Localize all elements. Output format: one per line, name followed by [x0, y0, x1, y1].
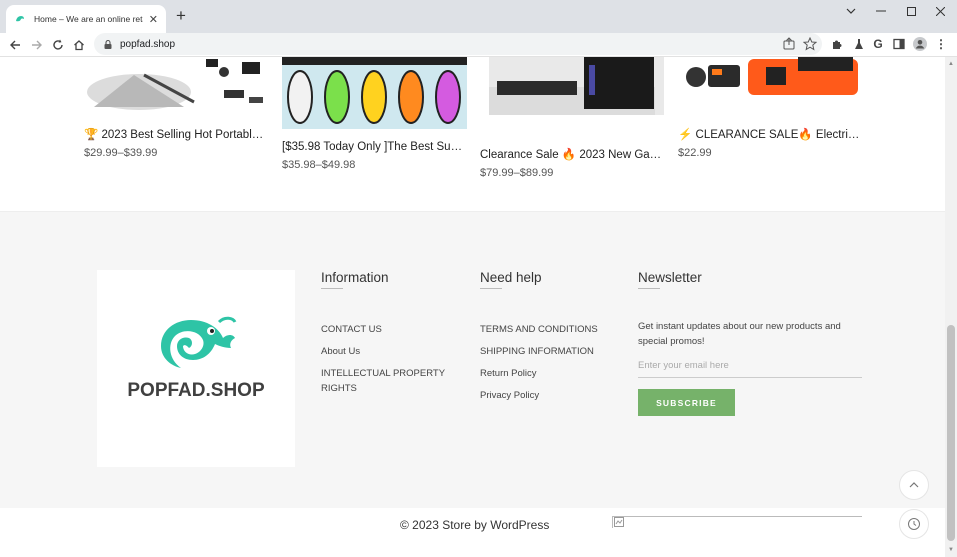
close-window-icon[interactable]: [925, 0, 955, 22]
product-image[interactable]: [678, 57, 860, 115]
footer-link-return-policy[interactable]: Return Policy: [480, 366, 537, 381]
footer-link-privacy-policy[interactable]: Privacy Policy: [480, 388, 539, 403]
bookmark-star-icon[interactable]: [803, 37, 817, 51]
scroll-up-arrow-icon[interactable]: ▲: [948, 61, 954, 67]
back-icon[interactable]: [5, 35, 25, 55]
product-image[interactable]: [84, 57, 266, 115]
product-name[interactable]: 🏆 2023 Best Selling Hot Portable ...: [84, 127, 269, 141]
footer-link-intellectual-property[interactable]: INTELLECTUAL PROPERTY RIGHTS: [321, 366, 456, 396]
product-card[interactable]: ⚡ CLEARANCE SALE🔥 Electric Ca... $22.99: [678, 57, 863, 159]
url-text: popfad.shop: [120, 38, 176, 50]
footer-bottom-bar: © 2023 Store by WordPress: [0, 508, 945, 557]
subscribe-button[interactable]: SUBSCRIBE: [638, 389, 735, 416]
product-image[interactable]: [282, 57, 467, 129]
scrollbar-thumb[interactable]: [947, 325, 955, 541]
lock-icon: [104, 39, 112, 49]
reload-icon[interactable]: [48, 35, 68, 55]
share-icon[interactable]: [782, 37, 796, 51]
product-name[interactable]: Clearance Sale 🔥 2023 New Gami...: [480, 147, 665, 161]
minimize-icon[interactable]: [866, 0, 896, 22]
new-tab-icon[interactable]: +: [172, 7, 190, 25]
tab-strip: Home – We are an online retail s ✕ +: [0, 0, 957, 33]
newsletter-heading: Newsletter: [638, 270, 702, 289]
heading-underline: [638, 288, 660, 289]
recently-viewed-button[interactable]: [899, 509, 929, 539]
tab-title: Home – We are an online retail s: [34, 14, 143, 24]
newsletter-description: Get instant updates about our new produc…: [638, 321, 841, 347]
browser-tab[interactable]: Home – We are an online retail s ✕: [6, 5, 166, 33]
information-heading: Information: [321, 270, 389, 289]
product-price: $22.99: [678, 147, 712, 159]
footer-logo[interactable]: POPFAD.SHOP: [97, 270, 295, 467]
browser-toolbar: popfad.shop G ⋮: [0, 33, 957, 57]
need-help-title: Need help: [480, 270, 542, 285]
page-scrollbar[interactable]: ▲ ▼: [945, 57, 957, 557]
chameleon-logo-icon: [161, 316, 237, 368]
footer-link-shipping[interactable]: SHIPPING INFORMATION: [480, 344, 594, 359]
site-favicon: [16, 16, 24, 22]
maximize-icon[interactable]: [896, 0, 926, 22]
product-image[interactable]: [489, 57, 664, 115]
information-title: Information: [321, 270, 389, 285]
heading-underline: [321, 288, 343, 289]
scroll-to-top-button[interactable]: [899, 470, 929, 500]
tab-search-icon[interactable]: [836, 0, 866, 22]
footer-link-terms[interactable]: TERMS AND CONDITIONS: [480, 322, 598, 337]
scroll-down-arrow-icon[interactable]: ▼: [948, 547, 954, 553]
home-icon[interactable]: [69, 35, 89, 55]
product-name[interactable]: ⚡ CLEARANCE SALE🔥 Electric Ca...: [678, 127, 863, 141]
history-clock-icon: [908, 518, 920, 530]
product-name[interactable]: [$35.98 Today Only ]The Best Sum...: [282, 141, 467, 153]
side-panel-icon[interactable]: [891, 36, 907, 52]
product-price: $79.99–$89.99: [480, 167, 554, 179]
footer-link-contact-us[interactable]: CONTACT US: [321, 322, 382, 337]
site-footer: POPFAD.SHOP Information CONTACT US About…: [0, 211, 945, 557]
newsletter-title: Newsletter: [638, 270, 702, 285]
copyright-text: © 2023 Store by WordPress: [400, 518, 550, 532]
page-viewport: 🏆 2023 Best Selling Hot Portable ... $29…: [0, 57, 945, 557]
profile-avatar-icon[interactable]: [912, 36, 928, 52]
footer-link-about-us[interactable]: About Us: [321, 344, 360, 359]
newsletter-email-input[interactable]: [638, 354, 862, 378]
payment-methods-image: [612, 516, 862, 528]
address-bar[interactable]: popfad.shop: [94, 33, 822, 55]
need-help-heading: Need help: [480, 270, 542, 289]
lab-flask-icon[interactable]: [851, 36, 867, 52]
product-price: $35.98–$49.98: [282, 159, 356, 171]
logo-text: POPFAD.SHOP: [127, 380, 265, 401]
tab-close-icon[interactable]: ✕: [149, 13, 158, 26]
forward-icon[interactable]: [27, 35, 47, 55]
extensions-puzzle-icon[interactable]: [829, 36, 845, 52]
heading-underline: [480, 288, 502, 289]
product-card[interactable]: Clearance Sale 🔥 2023 New Gami... $79.99…: [480, 57, 665, 179]
product-card[interactable]: [$35.98 Today Only ]The Best Sum... $35.…: [282, 57, 467, 171]
product-card[interactable]: 🏆 2023 Best Selling Hot Portable ... $29…: [84, 57, 269, 159]
chevron-up-icon: [909, 482, 919, 488]
product-price: $29.99–$39.99: [84, 147, 158, 159]
kebab-menu-icon[interactable]: ⋮: [933, 36, 949, 52]
google-g-icon[interactable]: G: [870, 36, 886, 52]
